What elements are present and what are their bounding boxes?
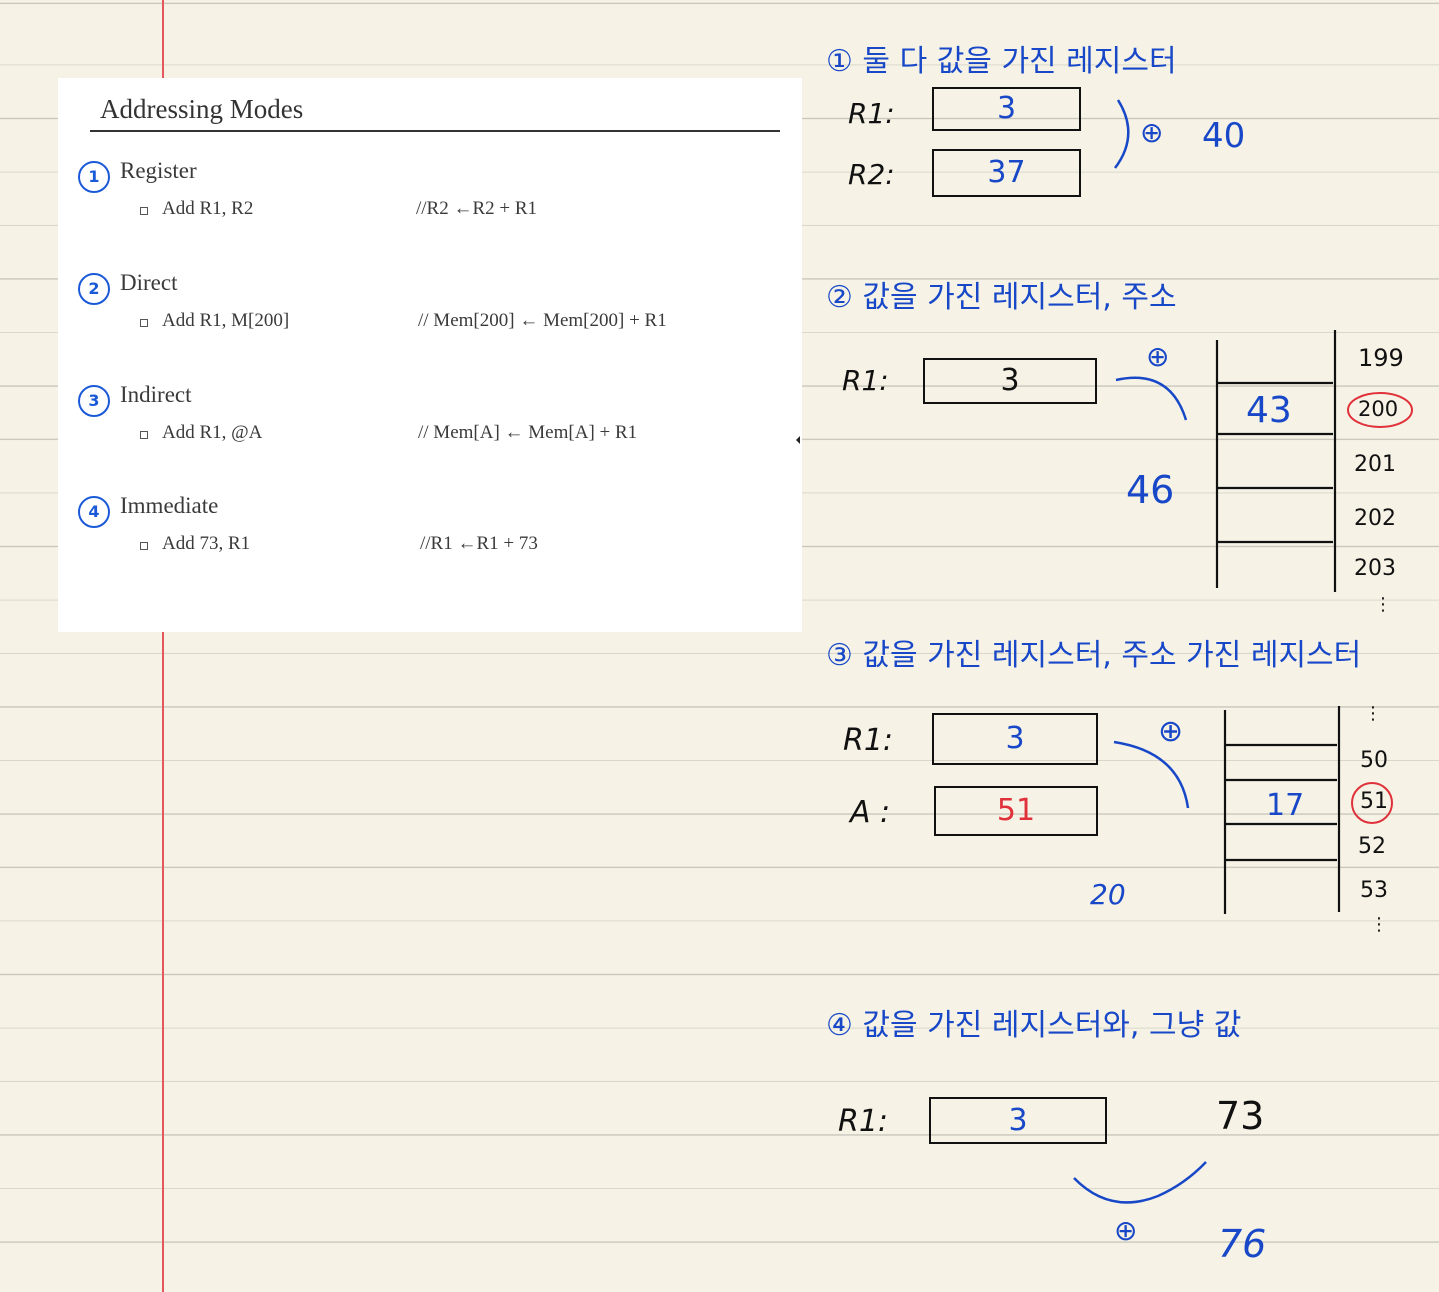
register-label: R1:	[838, 1104, 889, 1139]
ellipsis-icon: ⋮	[1364, 703, 1382, 724]
register-label: R1:	[843, 723, 894, 758]
memory-address: 202	[1354, 506, 1396, 531]
memory-address: 199	[1358, 344, 1404, 372]
memory-address: 201	[1354, 452, 1396, 477]
register-value: 51	[996, 793, 1036, 828]
register-label: R2:	[848, 158, 895, 191]
result-value: 46	[1126, 468, 1175, 512]
memory-table-2	[1215, 330, 1337, 592]
register-box: 3	[923, 358, 1097, 404]
cursor-mark	[796, 436, 800, 444]
result-value: 20	[1090, 878, 1126, 911]
memory-address: 200	[1358, 397, 1399, 421]
register-box: 51	[934, 786, 1098, 836]
register-label: A :	[850, 795, 891, 830]
register-box: 3	[932, 713, 1098, 765]
register-value: 3	[1008, 1103, 1028, 1138]
section-4-heading: ④ 값을 가진 레지스터와, 그냥 값	[826, 1008, 1242, 1043]
register-label: R1:	[842, 364, 889, 397]
register-box: 3	[929, 1097, 1107, 1144]
result-value: 40	[1202, 116, 1246, 156]
add-operator-icon: ⊕	[1146, 340, 1170, 373]
memory-address: 203	[1354, 556, 1396, 581]
ellipsis-icon: ⋮	[1370, 914, 1388, 935]
memory-address: 50	[1360, 748, 1388, 773]
section-1-heading: ① 둘 다 값을 가진 레지스터	[826, 44, 1177, 79]
register-value: 3	[1005, 721, 1025, 756]
add-operator-icon: ⊕	[1114, 1214, 1138, 1247]
register-value: 3	[996, 91, 1017, 126]
register-box: 3	[932, 87, 1081, 131]
arc-stroke	[1113, 740, 1190, 809]
memory-cell-value: 43	[1246, 390, 1292, 431]
register-label: R1:	[848, 97, 895, 130]
memory-cell-value: 17	[1266, 788, 1305, 823]
add-operator-icon: ⊕	[1140, 116, 1164, 149]
add-operator-icon: ⊕	[1158, 714, 1184, 749]
immediate-value: 73	[1216, 1094, 1265, 1138]
result-value: 76	[1218, 1222, 1267, 1266]
register-box: 37	[932, 149, 1081, 197]
section-3-heading: ③ 값을 가진 레지스터, 주소 가진 레지스터	[826, 638, 1362, 673]
bracket-stroke	[1114, 99, 1130, 169]
memory-address: 51	[1360, 789, 1388, 814]
arc-stroke	[1115, 376, 1188, 421]
register-value: 3	[1000, 363, 1020, 398]
arc-stroke	[1073, 1161, 1207, 1204]
register-value: 37	[987, 155, 1026, 190]
memory-address: 53	[1360, 878, 1388, 903]
section-2-heading: ② 값을 가진 레지스터, 주소	[826, 280, 1177, 315]
ellipsis-icon: ⋮	[1374, 594, 1392, 615]
memory-address: 52	[1358, 834, 1386, 859]
